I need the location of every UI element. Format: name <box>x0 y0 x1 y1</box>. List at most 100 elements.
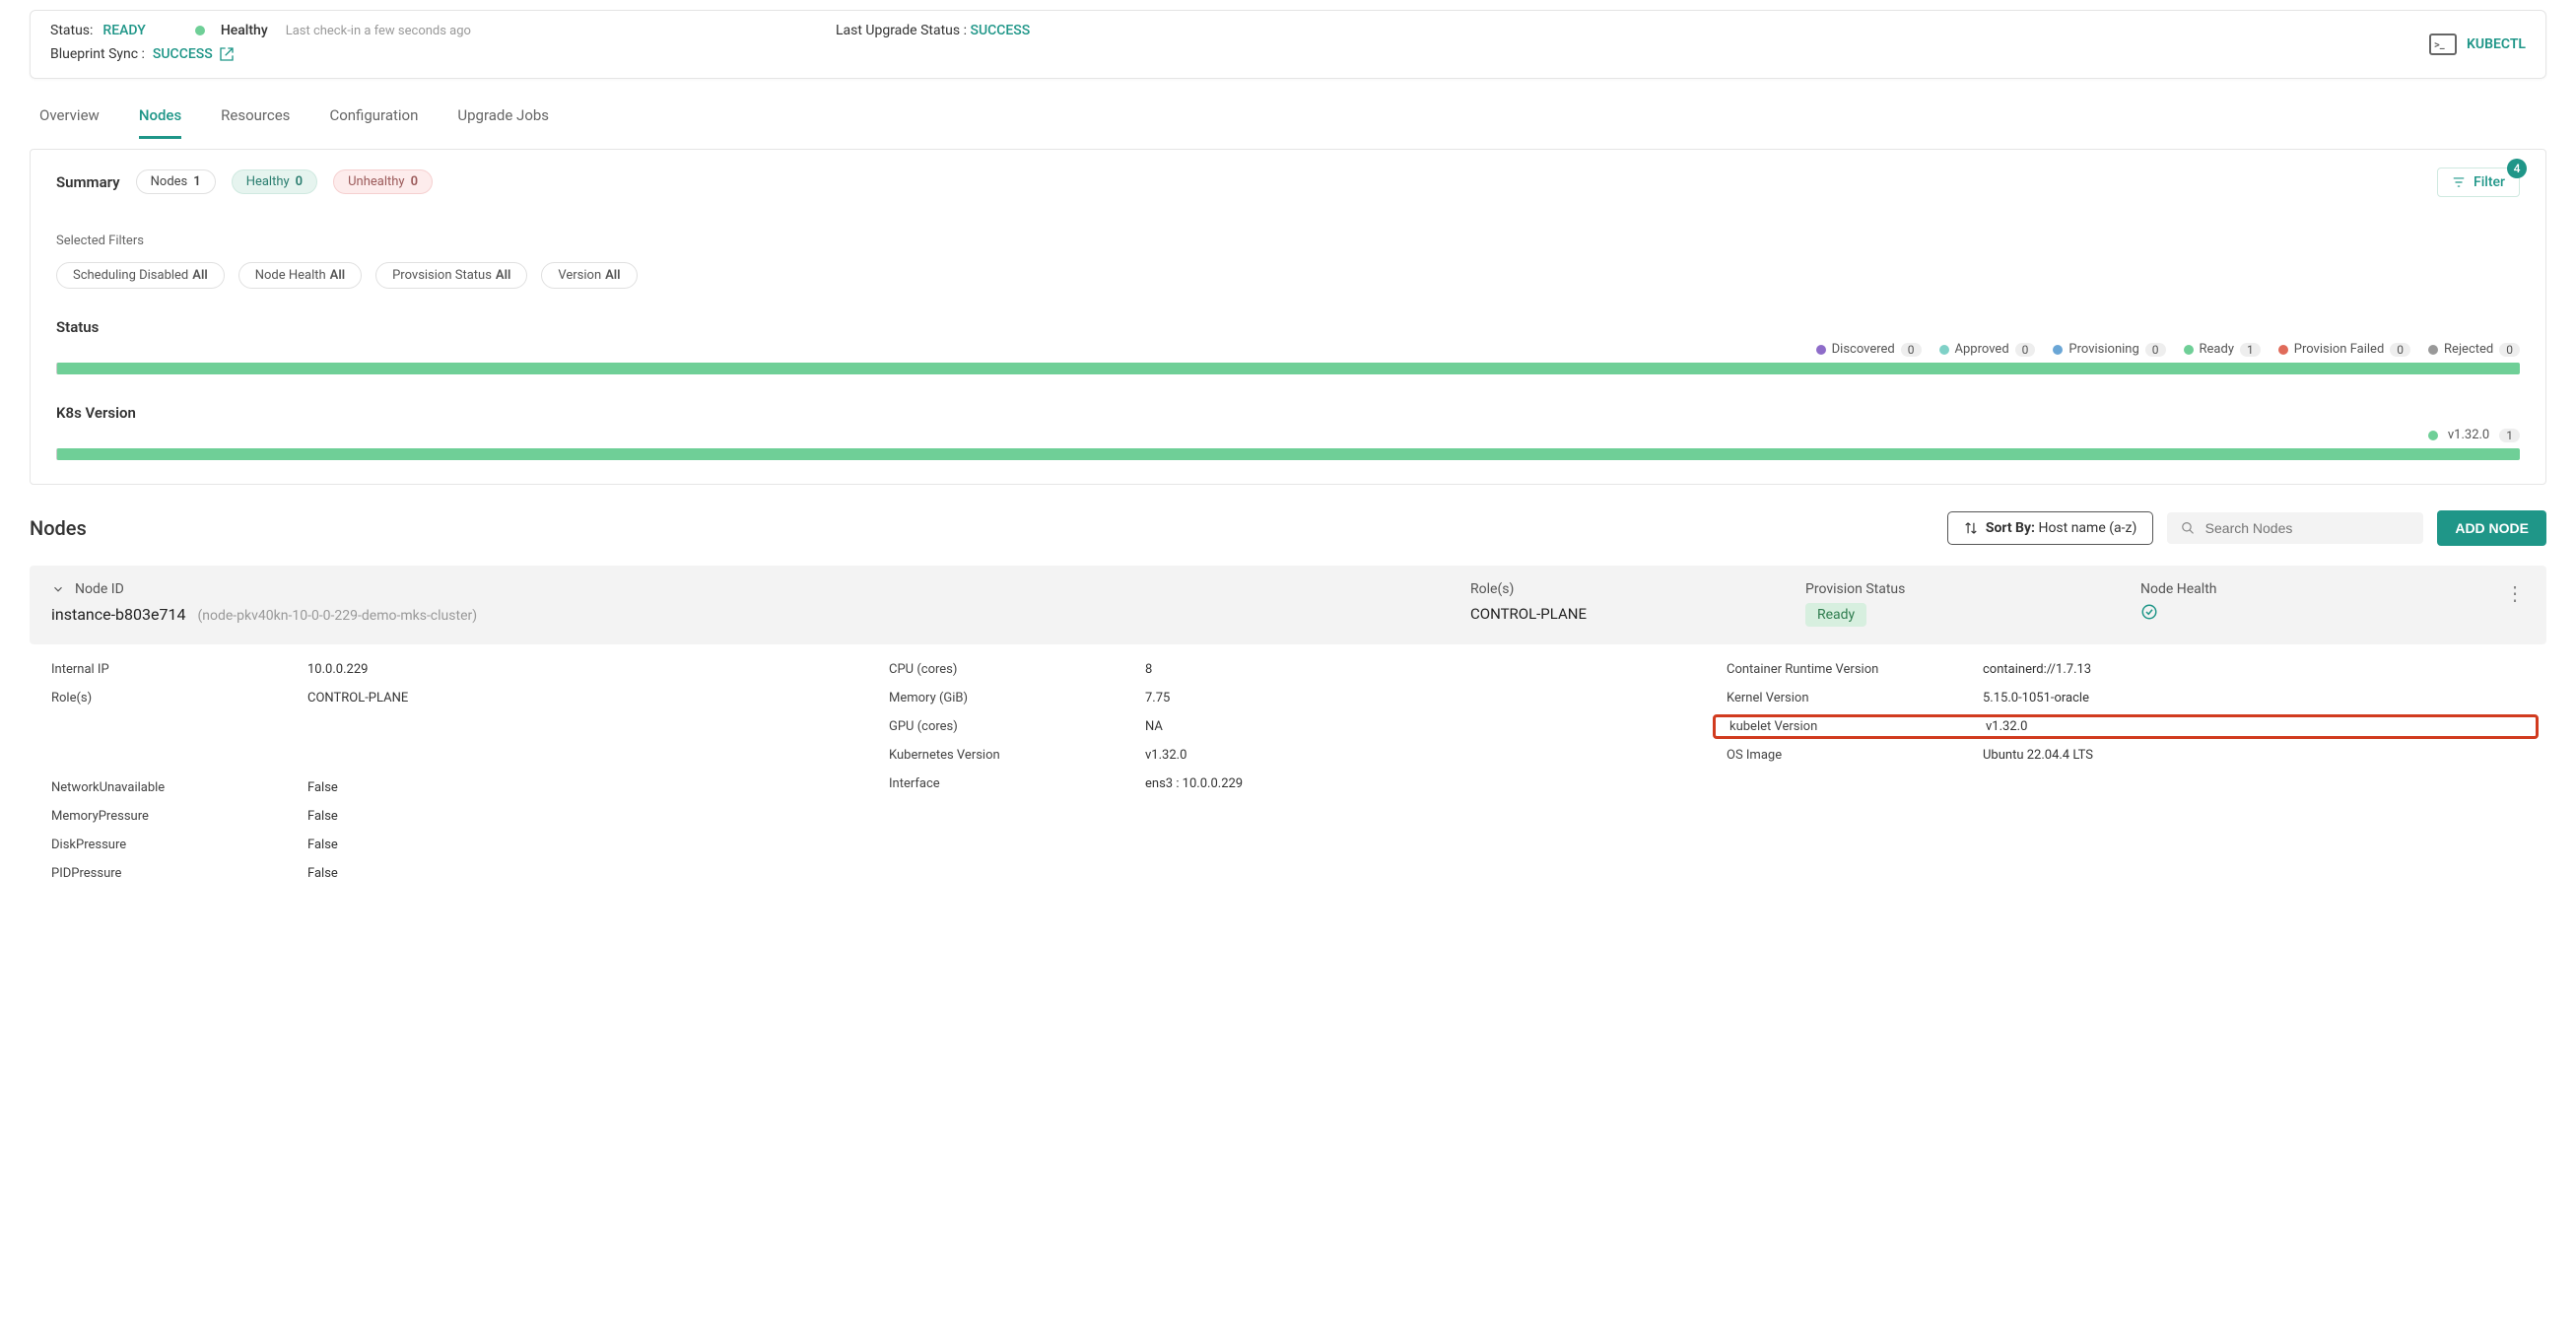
kv-key: CPU (cores) <box>889 662 1145 677</box>
kv-key: NetworkUnavailable <box>51 780 307 795</box>
kv-key: kubelet Version <box>1729 719 1986 734</box>
blueprint-sync-label: Blueprint Sync : <box>50 46 145 62</box>
legend-count: 1 <box>2240 343 2261 357</box>
kv-value: False <box>307 838 338 852</box>
kv-key: DiskPressure <box>51 838 307 852</box>
sort-value: Host name (a-z) <box>2038 520 2136 536</box>
external-link-icon[interactable] <box>219 46 235 62</box>
kubectl-button[interactable]: >_ KUBECTL <box>2429 34 2526 55</box>
kv-value: False <box>307 866 338 881</box>
dot-icon <box>2428 345 2438 355</box>
node-health-label: Node Health <box>2140 581 2475 597</box>
dot-icon <box>1816 345 1826 355</box>
sort-by-button[interactable]: Sort By: Host name (a-z) <box>1947 511 2154 545</box>
kv-key: Role(s) <box>51 691 307 705</box>
last-upgrade-value: SUCCESS <box>970 23 1030 38</box>
status-value: READY <box>102 23 145 38</box>
kubectl-label: KUBECTL <box>2467 36 2526 52</box>
tab-nodes[interactable]: Nodes <box>139 106 181 139</box>
kv-value: NA <box>1145 719 1163 734</box>
kv-value: False <box>307 780 338 795</box>
kv-key: Container Runtime Version <box>1727 662 1983 677</box>
status-bar <box>56 363 2520 374</box>
filter-icon <box>2452 175 2466 189</box>
kv-key: MemoryPressure <box>51 809 307 824</box>
chevron-down-icon[interactable] <box>51 582 65 596</box>
kv-key: Memory (GiB) <box>889 691 1145 705</box>
legend-count: 0 <box>2390 343 2410 357</box>
node-body: Internal IP10.0.0.229 Role(s)CONTROL-PLA… <box>30 644 2546 889</box>
summary-healthy-label: Healthy <box>246 174 290 189</box>
summary-nodes-pill[interactable]: Nodes 1 <box>136 169 216 194</box>
kv-value: ens3 : 10.0.0.229 <box>1145 776 1243 791</box>
nodes-header: Nodes Sort By: Host name (a-z) ADD NODE <box>30 510 2546 546</box>
health-check-icon <box>2140 603 2475 621</box>
legend-count: 0 <box>1901 343 1922 357</box>
chip-node-health[interactable]: Node HealthAll <box>238 262 362 289</box>
summary-unhealthy-label: Unhealthy <box>348 174 404 189</box>
roles-value: CONTROL-PLANE <box>1470 605 1805 623</box>
node-head: Node ID instance-b803e714 (node-pkv40kn-… <box>30 566 2546 644</box>
tab-overview[interactable]: Overview <box>39 106 100 139</box>
status-label: Status: <box>50 23 93 38</box>
legend-count: 0 <box>2499 343 2520 357</box>
tab-resources[interactable]: Resources <box>221 106 290 139</box>
filter-count-badge: 4 <box>2507 159 2527 178</box>
add-node-button[interactable]: ADD NODE <box>2437 510 2546 546</box>
kv-value: CONTROL-PLANE <box>307 691 408 705</box>
kv-key: Interface <box>889 776 1145 791</box>
kv-value: 10.0.0.229 <box>307 662 368 677</box>
summary-healthy-pill[interactable]: Healthy 0 <box>232 169 317 194</box>
k8s-bar <box>56 448 2520 460</box>
kv-value: 8 <box>1145 662 1152 677</box>
legend-label: Provisioning <box>2068 342 2138 357</box>
dot-icon <box>2184 345 2194 355</box>
chip-version[interactable]: VersionAll <box>541 262 637 289</box>
chip-value: All <box>496 268 510 283</box>
filter-button[interactable]: Filter 4 <box>2437 168 2520 197</box>
summary-unhealthy-count: 0 <box>411 174 418 189</box>
summary-nodes-label: Nodes <box>151 174 188 189</box>
roles-label: Role(s) <box>1470 581 1805 597</box>
kv-value: 7.75 <box>1145 691 1170 705</box>
status-legend: Discovered0 Approved0 Provisioning0 Read… <box>56 342 2520 357</box>
terminal-icon: >_ <box>2429 34 2457 55</box>
node-id-label: Node ID <box>75 581 124 597</box>
kv-value: 5.15.0-1051-oracle <box>1983 691 2089 705</box>
tab-configuration[interactable]: Configuration <box>329 106 418 139</box>
kubelet-version-row: kubelet Versionv1.32.0 <box>1713 714 2539 739</box>
chip-value: All <box>192 268 207 283</box>
summary-nodes-count: 1 <box>193 174 200 189</box>
tab-upgrade-jobs[interactable]: Upgrade Jobs <box>457 106 549 139</box>
more-menu-icon[interactable]: ⋮ <box>2475 581 2525 605</box>
summary-healthy-count: 0 <box>296 174 303 189</box>
legend-label: Rejected <box>2444 342 2493 357</box>
kv-value: False <box>307 809 338 824</box>
legend-label: Provision Failed <box>2294 342 2385 357</box>
kv-value: v1.32.0 <box>1145 748 1186 763</box>
last-upgrade-label: Last Upgrade Status : <box>836 23 967 38</box>
summary-unhealthy-pill[interactable]: Unhealthy 0 <box>333 169 433 194</box>
kv-key: Internal IP <box>51 662 307 677</box>
chip-label: Node Health <box>255 268 326 283</box>
search-nodes-wrap[interactable] <box>2167 512 2423 544</box>
legend-label: Approved <box>1955 342 2009 357</box>
chip-scheduling-disabled[interactable]: Scheduling Disabled All <box>56 262 225 289</box>
chip-label: Provsision Status <box>392 268 492 283</box>
legend-count: 1 <box>2499 429 2520 442</box>
chip-provision-status[interactable]: Provsision Status All <box>375 262 527 289</box>
summary-title: Summary <box>56 173 120 191</box>
chip-label: Scheduling Disabled <box>73 268 188 283</box>
filter-chips-row: Scheduling DisabledAll Node HealthAll Pr… <box>56 262 2520 289</box>
node-card: Node ID instance-b803e714 (node-pkv40kn-… <box>30 566 2546 889</box>
kv-key: Kernel Version <box>1727 691 1983 705</box>
search-nodes-input[interactable] <box>2205 520 2410 536</box>
legend-count: 0 <box>2145 343 2166 357</box>
summary-panel: Summary Nodes 1 Healthy 0 Unhealthy 0 Fi… <box>30 149 2546 485</box>
dot-icon <box>2053 345 2063 355</box>
dot-icon <box>2428 431 2438 440</box>
kv-value: v1.32.0 <box>1986 719 2027 734</box>
node-subname: (node-pkv40kn-10-0-0-229-demo-mks-cluste… <box>197 608 477 624</box>
legend-label: Ready <box>2200 342 2234 357</box>
dot-icon <box>1939 345 1949 355</box>
